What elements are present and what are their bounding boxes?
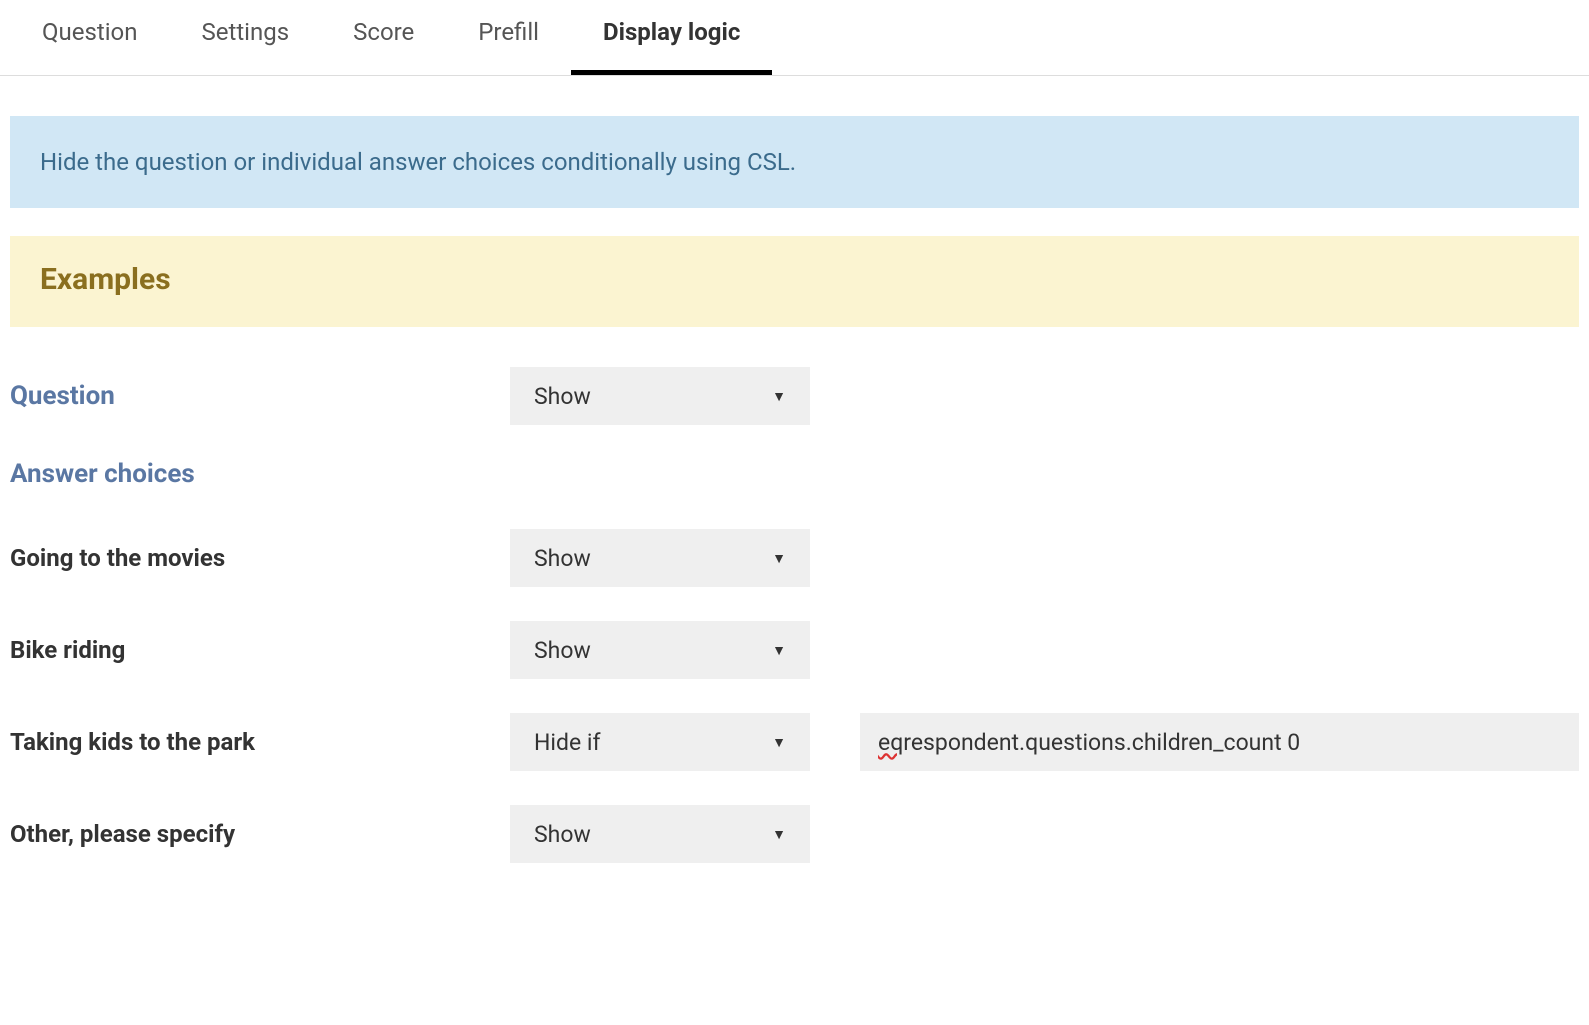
tab-question[interactable]: Question: [10, 0, 169, 75]
tab-score[interactable]: Score: [321, 0, 446, 75]
caret-down-icon: ▼: [772, 550, 786, 567]
condition-input[interactable]: eq respondent.questions.children_count 0: [860, 713, 1579, 771]
answer-visibility-select[interactable]: Show ▼: [510, 805, 810, 863]
answer-visibility-select[interactable]: Hide if ▼: [510, 713, 810, 771]
answer-label: Going to the movies: [10, 544, 510, 572]
question-section-label: Question: [10, 381, 510, 411]
answer-visibility-value: Hide if: [534, 729, 600, 756]
caret-down-icon: ▼: [772, 734, 786, 751]
answer-label: Taking kids to the park: [10, 728, 510, 756]
answer-visibility-select[interactable]: Show ▼: [510, 529, 810, 587]
caret-down-icon: ▼: [772, 826, 786, 843]
answer-label: Other, please specify: [10, 820, 510, 848]
question-visibility-value: Show: [534, 383, 591, 410]
answer-choices-heading: Answer choices: [10, 459, 1579, 489]
caret-down-icon: ▼: [772, 642, 786, 659]
condition-text-rest: respondent.questions.children_count 0: [903, 729, 1300, 756]
answer-label: Bike riding: [10, 636, 510, 664]
tab-settings[interactable]: Settings: [169, 0, 321, 75]
answer-visibility-value: Show: [534, 821, 591, 848]
condition-text-prefix: eq: [878, 729, 903, 756]
tab-bar: Question Settings Score Prefill Display …: [0, 0, 1589, 76]
answer-visibility-value: Show: [534, 637, 591, 664]
tab-display-logic[interactable]: Display logic: [571, 0, 772, 75]
examples-heading: Examples: [10, 236, 1579, 327]
answer-visibility-value: Show: [534, 545, 591, 572]
info-banner: Hide the question or individual answer c…: [10, 116, 1579, 208]
tab-prefill[interactable]: Prefill: [446, 0, 571, 75]
caret-down-icon: ▼: [772, 388, 786, 405]
question-visibility-select[interactable]: Show ▼: [510, 367, 810, 425]
answer-visibility-select[interactable]: Show ▼: [510, 621, 810, 679]
